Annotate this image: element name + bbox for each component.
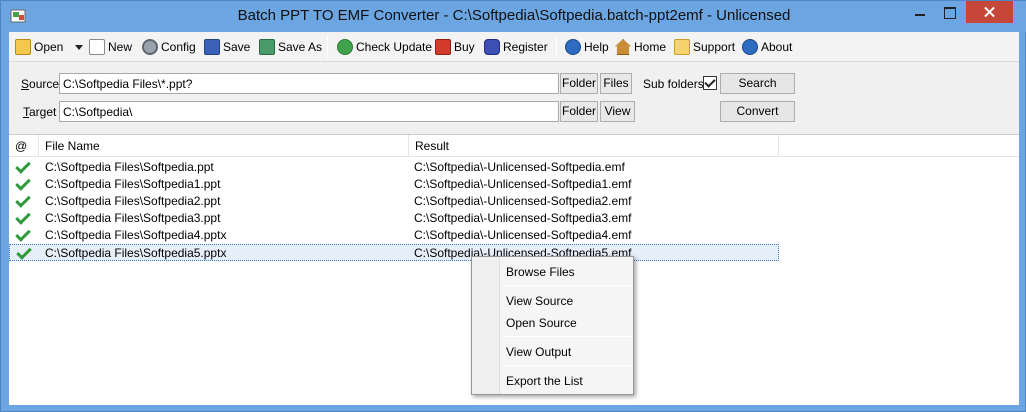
result-cell: C:\Softpedia\-Unlicensed-Softpedia4.emf: [414, 228, 632, 242]
client-area: Open New Config Save Save As Check Updat…: [9, 32, 1019, 405]
save-as-label: Save As: [278, 40, 323, 54]
check-update-button[interactable]: Check Update: [337, 37, 432, 57]
help-button[interactable]: Help: [565, 37, 609, 57]
menu-item-view-output[interactable]: View Output: [500, 342, 632, 362]
about-button[interactable]: About: [742, 37, 792, 57]
file-cell: C:\Softpedia Files\Softpedia5.pptx: [45, 246, 227, 260]
support-icon: [674, 39, 690, 55]
buy-label: Buy: [454, 40, 475, 54]
register-label: Register: [503, 40, 548, 54]
result-cell: C:\Softpedia\-Unlicensed-Softpedia.emf: [414, 160, 625, 174]
about-label: About: [761, 40, 793, 54]
open-label: Open: [34, 40, 64, 54]
target-label: Target: [23, 105, 57, 119]
table-row[interactable]: C:\Softpedia Files\Softpedia.ppt C:\Soft…: [9, 159, 779, 176]
buy-button[interactable]: Buy: [435, 37, 475, 57]
menu-item-export-list[interactable]: Export the List: [500, 371, 632, 391]
help-label: Help: [584, 40, 609, 54]
new-button[interactable]: New: [89, 37, 132, 57]
source-label: Source: [21, 77, 60, 91]
register-icon: [484, 39, 500, 55]
table-row[interactable]: C:\Softpedia Files\Softpedia2.ppt C:\Sof…: [9, 193, 779, 210]
new-document-icon: [89, 39, 105, 55]
save-label: Save: [223, 40, 251, 54]
check-icon: [15, 160, 29, 174]
search-button[interactable]: Search: [720, 73, 795, 94]
result-cell: C:\Softpedia\-Unlicensed-Softpedia3.emf: [414, 211, 632, 225]
window-title: Batch PPT TO EMF Converter - C:\Softpedi…: [237, 7, 791, 24]
menu-item-view-source[interactable]: View Source: [500, 291, 632, 311]
config-label: Config: [161, 40, 196, 54]
check-icon: [15, 228, 29, 242]
save-icon: [204, 39, 220, 55]
file-cell: C:\Softpedia Files\Softpedia3.ppt: [45, 211, 221, 225]
menu-separator: [502, 336, 630, 337]
subfolders-checkbox[interactable]: [703, 76, 717, 90]
source-input[interactable]: [59, 73, 559, 94]
result-cell: C:\Softpedia\-Unlicensed-Softpedia1.emf: [414, 177, 632, 191]
toolbar-separator: [556, 36, 557, 58]
open-dropdown-button[interactable]: [75, 37, 83, 57]
column-result[interactable]: Result: [409, 135, 779, 157]
target-view-button[interactable]: View: [600, 101, 635, 122]
table-row[interactable]: C:\Softpedia Files\Softpedia3.ppt C:\Sof…: [9, 210, 779, 227]
tools-icon: [142, 39, 158, 55]
file-cell: C:\Softpedia Files\Softpedia.ppt: [45, 160, 214, 174]
source-folder-button[interactable]: Folder: [560, 73, 598, 94]
folder-open-icon: [15, 39, 31, 55]
table-row[interactable]: C:\Softpedia Files\Softpedia4.pptx C:\So…: [9, 227, 779, 244]
register-button[interactable]: Register: [484, 37, 548, 57]
menu-separator: [502, 285, 630, 286]
source-target-panel: Source Folder Files Sub folders Search T…: [9, 63, 1019, 133]
save-button[interactable]: Save: [204, 37, 250, 57]
context-menu-gutter: [472, 257, 500, 394]
convert-button[interactable]: Convert: [720, 101, 795, 122]
file-cell: C:\Softpedia Files\Softpedia4.pptx: [45, 228, 227, 242]
title-bar[interactable]: Batch PPT TO EMF Converter - C:\Softpedi…: [1, 1, 1026, 32]
menu-item-open-source[interactable]: Open Source: [500, 313, 632, 333]
save-as-icon: [259, 39, 275, 55]
close-button[interactable]: [966, 1, 1013, 23]
check-update-label: Check Update: [356, 40, 433, 54]
target-folder-button[interactable]: Folder: [560, 101, 598, 122]
target-input[interactable]: [59, 101, 559, 122]
menu-item-browse-files[interactable]: Browse Files: [500, 262, 632, 282]
check-icon: [16, 246, 30, 260]
source-files-button[interactable]: Files: [600, 73, 632, 94]
home-icon: [615, 39, 631, 55]
toolbar-separator: [327, 36, 328, 58]
menu-separator: [502, 365, 630, 366]
toolbar: Open New Config Save Save As Check Updat…: [9, 32, 1019, 62]
file-cell: C:\Softpedia Files\Softpedia2.ppt: [45, 194, 221, 208]
file-cell: C:\Softpedia Files\Softpedia1.ppt: [45, 177, 221, 191]
update-icon: [337, 39, 353, 55]
app-window: Batch PPT TO EMF Converter - C:\Softpedi…: [0, 0, 1026, 412]
open-button[interactable]: Open: [15, 37, 63, 57]
table-row[interactable]: C:\Softpedia Files\Softpedia1.ppt C:\Sof…: [9, 176, 779, 193]
column-file-name[interactable]: File Name: [39, 135, 409, 157]
home-button[interactable]: Home: [615, 37, 666, 57]
help-icon: [565, 39, 581, 55]
cart-icon: [435, 39, 451, 55]
info-icon: [742, 39, 758, 55]
new-label: New: [108, 40, 133, 54]
check-icon: [15, 177, 29, 191]
config-button[interactable]: Config: [142, 37, 196, 57]
support-button[interactable]: Support: [674, 37, 735, 57]
table-row-selected[interactable]: C:\Softpedia Files\Softpedia5.pptx C:\So…: [9, 244, 779, 261]
chevron-down-icon: [75, 44, 83, 50]
check-icon: [15, 211, 29, 225]
save-as-button[interactable]: Save As: [259, 37, 322, 57]
list-header: @ File Name Result: [9, 135, 1019, 157]
minimize-button[interactable]: [907, 1, 933, 23]
subfolders-label: Sub folders: [643, 77, 704, 91]
maximize-button[interactable]: [936, 1, 962, 23]
result-cell: C:\Softpedia\-Unlicensed-Softpedia2.emf: [414, 194, 632, 208]
support-label: Support: [693, 40, 736, 54]
context-menu: Browse Files View Source Open Source Vie…: [471, 256, 634, 395]
home-label: Home: [634, 40, 667, 54]
column-status[interactable]: @: [9, 135, 39, 157]
check-icon: [15, 194, 29, 208]
